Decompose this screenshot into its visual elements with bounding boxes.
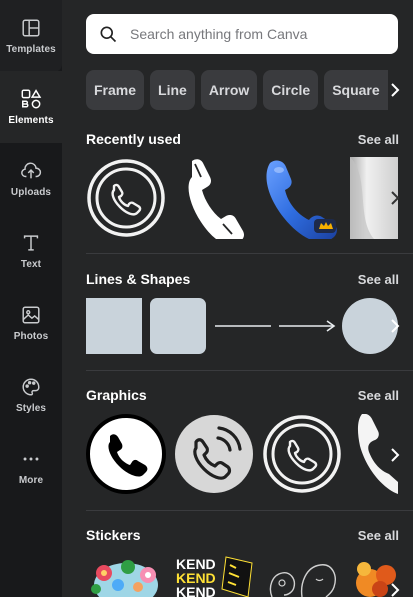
rail-item-styles[interactable]: Styles (0, 359, 62, 431)
rail-label: Elements (8, 115, 54, 126)
chevron-right-icon (391, 448, 400, 462)
rail-item-text[interactable]: Text (0, 215, 62, 287)
see-all-graphics[interactable]: See all (358, 388, 399, 403)
shape-rounded-square[interactable] (150, 298, 206, 354)
sticker-text-line: KEND (176, 584, 216, 597)
rail-item-uploads[interactable]: Uploads (0, 143, 62, 215)
section-divider (86, 370, 413, 371)
rail-label: Styles (15, 403, 47, 414)
recent-next-button[interactable] (386, 180, 404, 216)
chip-line[interactable]: Line (150, 70, 195, 110)
chevron-right-icon (391, 319, 400, 333)
rail-item-elements[interactable]: Elements (0, 71, 62, 143)
photos-icon (22, 306, 40, 324)
text-icon (23, 235, 39, 251)
chip-arrow[interactable]: Arrow (200, 70, 258, 110)
rail-label: Uploads (10, 187, 52, 198)
search-icon (100, 26, 117, 43)
chip-square[interactable]: Square (324, 70, 389, 110)
rail-item-photos[interactable]: Photos (0, 287, 62, 359)
chevron-right-icon (391, 83, 400, 97)
chevron-right-icon (391, 191, 400, 205)
see-all-recent[interactable]: See all (358, 132, 399, 147)
palette-icon (22, 378, 40, 396)
see-all-lines-shapes[interactable]: See all (358, 272, 399, 287)
shape-square[interactable] (86, 298, 142, 354)
filter-chips: Frame Line Arrow Circle Square (86, 70, 389, 110)
chip-frame[interactable]: Frame (86, 70, 145, 110)
search-box[interactable] (86, 14, 398, 54)
sticker-kend-text[interactable]: KEND KEND KEND (174, 555, 254, 597)
shape-line[interactable] (214, 316, 272, 336)
rail-item-more[interactable]: More (0, 431, 62, 503)
section-title-graphics: Graphics (86, 387, 147, 403)
chip-circle[interactable]: Circle (263, 70, 319, 110)
rail-label: Templates (6, 44, 56, 55)
graphic-phone-white-circle[interactable] (86, 414, 166, 494)
side-rail: Templates Elements Uploads Text Photos S… (0, 0, 62, 597)
search-input[interactable] (130, 26, 390, 42)
section-divider (86, 510, 413, 511)
section-divider (86, 253, 413, 254)
rail-label: More (18, 475, 44, 486)
rail-label: Text (20, 259, 42, 270)
section-title-stickers: Stickers (86, 527, 141, 543)
see-all-stickers[interactable]: See all (358, 528, 399, 543)
graphic-phone-calling-gray[interactable] (174, 414, 254, 494)
more-dots-icon (23, 457, 39, 461)
recent-phone-blue-3d[interactable] (260, 157, 342, 239)
rail-item-templates[interactable]: Templates (0, 0, 62, 72)
chips-next-button[interactable] (386, 72, 404, 108)
elements-panel: Frame Line Arrow Circle Square Recently … (62, 0, 413, 597)
recent-phone-handset-white[interactable] (180, 157, 246, 239)
rail-label: Photos (13, 331, 49, 342)
recent-phone-circle-outline[interactable] (86, 157, 166, 239)
sticker-floral-bouquet[interactable] (86, 555, 166, 597)
section-title-recent: Recently used (86, 131, 181, 147)
elements-icon (21, 89, 42, 109)
shape-arrow[interactable] (278, 316, 336, 336)
chevron-right-icon (391, 583, 400, 597)
graphic-phone-circle-outline[interactable] (262, 414, 342, 494)
lines-shapes-next-button[interactable] (386, 308, 404, 344)
upload-cloud-icon (21, 162, 42, 179)
sticker-line-art-faces[interactable] (262, 555, 342, 597)
section-title-lines-shapes: Lines & Shapes (86, 271, 191, 287)
graphics-next-button[interactable] (386, 437, 404, 473)
stickers-next-button[interactable] (386, 572, 404, 597)
templates-icon (22, 19, 40, 37)
